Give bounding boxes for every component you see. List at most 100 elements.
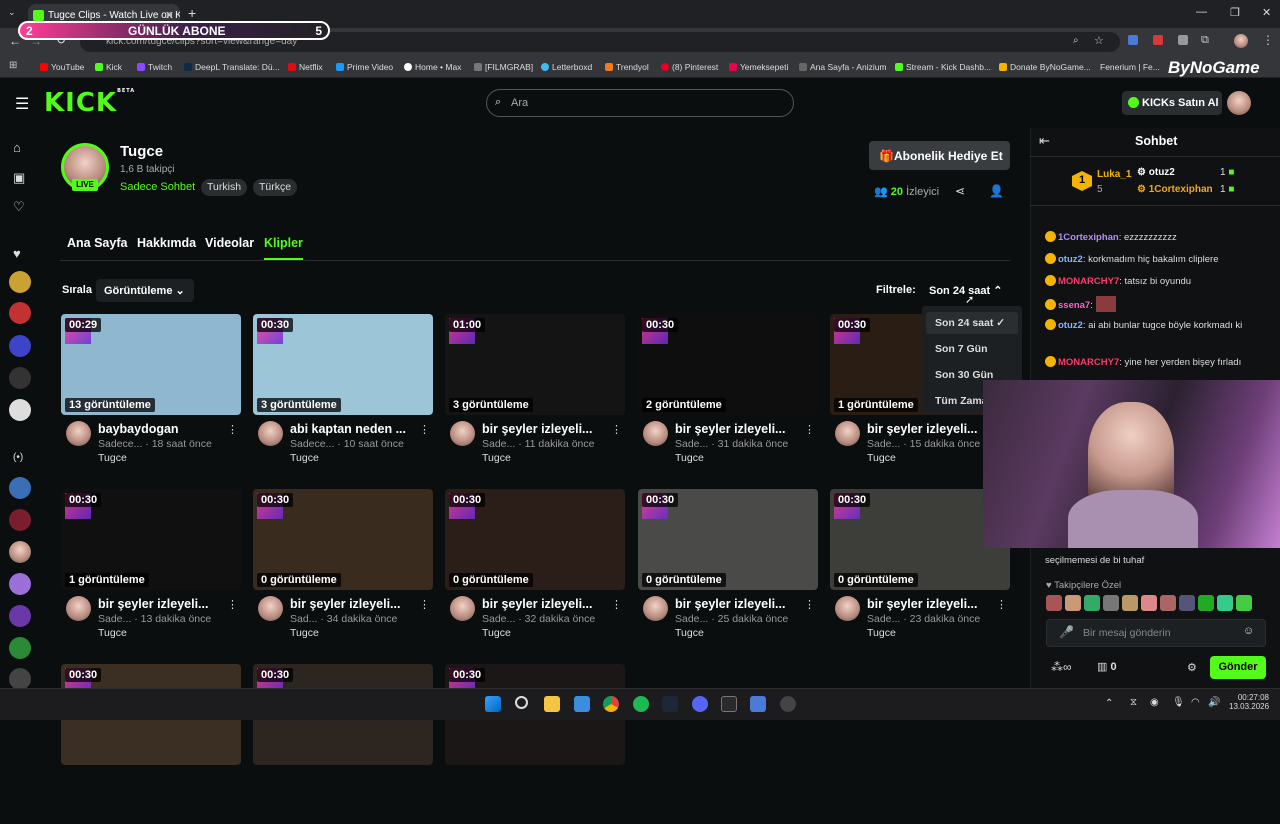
recommended-channel-avatar[interactable] bbox=[9, 477, 31, 499]
clip-channel-avatar[interactable] bbox=[66, 596, 91, 621]
clip-author[interactable]: Tugce bbox=[867, 627, 896, 639]
clip-thumbnail[interactable]: 00:29 13 görüntüleme bbox=[61, 314, 241, 415]
clip-channel-avatar[interactable] bbox=[258, 421, 283, 446]
sort-dropdown[interactable]: Görüntüleme ⌄ bbox=[96, 279, 194, 302]
emote-icon[interactable] bbox=[1103, 595, 1119, 611]
tray-chevron-up-icon[interactable]: ⌃ bbox=[1105, 698, 1113, 709]
clip-channel-avatar[interactable] bbox=[450, 596, 475, 621]
clip-thumbnail[interactable]: 00:30 0 görüntüleme bbox=[638, 489, 818, 590]
bookmark-prime-video[interactable]: Prime Video bbox=[336, 62, 393, 72]
filter-option-7d[interactable]: Son 7 Gün bbox=[926, 338, 1018, 360]
menu-kebab-icon[interactable]: ⋮ bbox=[1262, 33, 1274, 47]
tag-turkish[interactable]: Turkish bbox=[201, 179, 248, 196]
clip-title[interactable]: bir şeyler izleyeli... bbox=[290, 597, 422, 611]
new-tab-icon[interactable]: + bbox=[188, 5, 196, 21]
discord-icon[interactable] bbox=[692, 696, 708, 712]
tab-search-icon[interactable]: ⌄ bbox=[8, 7, 16, 18]
clip-author[interactable]: Tugce bbox=[290, 452, 319, 464]
steam-icon[interactable] bbox=[662, 696, 678, 712]
bookmark-filmgrab[interactable]: [FILMGRAB] bbox=[474, 62, 533, 72]
gift-subscription-button[interactable]: 🎁 Abonelik Hediye Et bbox=[869, 141, 1010, 170]
emote-icon[interactable] bbox=[1236, 595, 1252, 611]
chat-username[interactable]: MONARCHY7 bbox=[1058, 357, 1119, 368]
hamburger-menu-icon[interactable]: ☰ bbox=[15, 94, 29, 114]
clip-channel-avatar[interactable] bbox=[835, 421, 860, 446]
chat-username[interactable]: MONARCHY7 bbox=[1058, 276, 1119, 287]
close-window-icon[interactable]: ✕ bbox=[1262, 6, 1271, 19]
clip-channel-avatar[interactable] bbox=[66, 421, 91, 446]
recommended-channel-avatar[interactable] bbox=[9, 668, 31, 690]
clip-title[interactable]: bir şeyler izleyeli... bbox=[482, 597, 614, 611]
clip-channel-avatar[interactable] bbox=[643, 421, 668, 446]
clip-options-icon[interactable]: ⋮ bbox=[611, 423, 622, 436]
channel-points[interactable]: ▥ 0 bbox=[1097, 660, 1117, 673]
clip-author[interactable]: Tugce bbox=[482, 627, 511, 639]
clip-title[interactable]: bir şeyler izleyeli... bbox=[482, 422, 614, 436]
clip-options-icon[interactable]: ⋮ bbox=[419, 423, 430, 436]
tab-clips[interactable]: Klipler bbox=[264, 236, 303, 260]
chat-username[interactable]: 1Cortexiphan bbox=[1058, 232, 1119, 243]
emote-icon[interactable] bbox=[1217, 595, 1233, 611]
maximize-icon[interactable]: ❐ bbox=[1230, 6, 1240, 19]
clip-title[interactable]: bir şeyler izleyeli... bbox=[675, 422, 807, 436]
tray-mic-icon[interactable]: 🎙 bbox=[1172, 697, 1185, 708]
emote-icon[interactable] bbox=[1084, 595, 1100, 611]
user-avatar[interactable] bbox=[1227, 91, 1251, 115]
clip-options-icon[interactable]: ⋮ bbox=[227, 598, 238, 611]
clip-author[interactable]: Tugce bbox=[98, 452, 127, 464]
tray-steam-icon[interactable]: ◉ bbox=[1150, 697, 1159, 708]
recommended-channel-avatar[interactable] bbox=[9, 605, 31, 627]
tab-videos[interactable]: Videolar bbox=[205, 236, 254, 250]
clip-channel-avatar[interactable] bbox=[643, 596, 668, 621]
clip-options-icon[interactable]: ⋮ bbox=[804, 598, 815, 611]
bookmark-star-icon[interactable]: ☆ bbox=[1094, 34, 1104, 47]
clip-thumbnail[interactable]: 00:30 0 görüntüleme bbox=[253, 489, 433, 590]
followed-channel-avatar[interactable] bbox=[9, 335, 31, 357]
extension-icon[interactable] bbox=[1178, 35, 1188, 45]
recommended-channel-avatar[interactable] bbox=[9, 509, 31, 531]
search-input[interactable]: ⌕ Ara bbox=[486, 89, 794, 117]
followed-channel-avatar[interactable] bbox=[9, 271, 31, 293]
recommended-channel-avatar[interactable] bbox=[9, 541, 31, 563]
zoom-icon[interactable]: ⌕ bbox=[1073, 35, 1079, 46]
battlenet-icon[interactable] bbox=[750, 696, 766, 712]
clip-options-icon[interactable]: ⋮ bbox=[419, 598, 430, 611]
extension-icon[interactable] bbox=[1153, 35, 1163, 45]
bookmark-max[interactable]: Home • Max bbox=[404, 62, 461, 72]
tab-home[interactable]: Ana Sayfa bbox=[67, 236, 127, 250]
clip-title[interactable]: bir şeyler izleyeli... bbox=[867, 422, 999, 436]
clip-thumbnail[interactable]: 00:30 1 görüntüleme bbox=[61, 489, 241, 590]
clip-channel-avatar[interactable] bbox=[258, 596, 283, 621]
clip-thumbnail[interactable]: 00:30 3 görüntüleme bbox=[253, 314, 433, 415]
emote-icon[interactable] bbox=[1198, 595, 1214, 611]
chat-username[interactable]: ssena7 bbox=[1058, 300, 1090, 311]
profile-avatar[interactable] bbox=[1234, 34, 1248, 48]
clip-thumbnail[interactable]: 00:30 0 görüntüleme bbox=[445, 489, 625, 590]
followed-channel-avatar[interactable] bbox=[9, 399, 31, 421]
clip-thumbnail[interactable]: 00:30 2 görüntüleme bbox=[638, 314, 818, 415]
collapse-chat-icon[interactable]: ⇤ bbox=[1039, 133, 1050, 149]
clip-title[interactable]: bir şeyler izleyeli... bbox=[867, 597, 999, 611]
clip-card[interactable]: 00:30 0 görüntüleme bir şeyler izleyeli...… bbox=[253, 489, 433, 649]
bookmark-pinterest[interactable]: (8) Pinterest bbox=[661, 62, 718, 72]
bookmark-kick-dashboard[interactable]: Stream - Kick Dashb... bbox=[895, 62, 991, 72]
chat-settings-gear-icon[interactable]: ⚙ bbox=[1187, 661, 1197, 674]
clip-author[interactable]: Tugce bbox=[290, 627, 319, 639]
epic-games-icon[interactable] bbox=[721, 696, 737, 712]
kick-logo[interactable]: KICKBETA bbox=[44, 88, 135, 118]
clip-card[interactable]: 00:30 3 görüntüleme abi kaptan neden ... Sa… bbox=[253, 314, 433, 474]
bookmark-twitch[interactable]: Twitch bbox=[137, 62, 172, 72]
apps-grid-icon[interactable]: ⊞ bbox=[9, 60, 17, 71]
clock[interactable]: 00:27:08 13.03.2026 bbox=[1229, 693, 1269, 711]
leader-2-name[interactable]: ⚙ otuz2 bbox=[1137, 167, 1175, 178]
obs-icon[interactable] bbox=[780, 696, 796, 712]
emote-icon[interactable] bbox=[1122, 595, 1138, 611]
following-heart-icon[interactable]: ♡ bbox=[13, 199, 25, 215]
taskbar-search-icon[interactable] bbox=[515, 696, 528, 709]
send-message-button[interactable]: Gönder bbox=[1210, 656, 1266, 679]
bookmark-youtube[interactable]: YouTube bbox=[40, 62, 84, 72]
share-icon[interactable]: ⋖ bbox=[955, 184, 965, 198]
emote-icon[interactable] bbox=[1160, 595, 1176, 611]
tray-network-icon[interactable]: ⧖ bbox=[1130, 697, 1137, 708]
chat-username[interactable]: otuz2 bbox=[1058, 254, 1083, 265]
